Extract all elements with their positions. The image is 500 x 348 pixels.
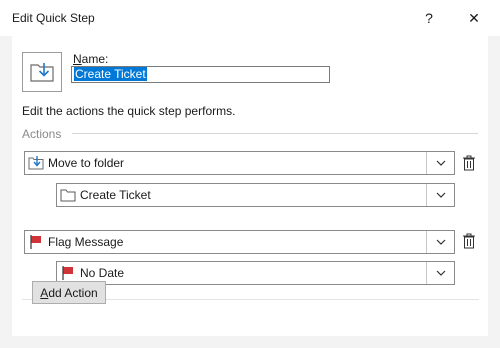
window-title: Edit Quick Step (12, 11, 95, 25)
action-1-label: Move to folder (48, 156, 125, 170)
dialog-right-margin (488, 36, 500, 348)
action-2-date-label: No Date (80, 266, 125, 280)
description-text: Edit the actions the quick step performs… (22, 104, 236, 118)
action-2-date-dropdown[interactable]: No Date (56, 261, 455, 285)
chevron-down-icon (436, 192, 445, 198)
close-button[interactable]: ✕ (456, 6, 492, 30)
name-input[interactable]: Create Ticket (71, 66, 330, 83)
help-button[interactable]: ? (411, 6, 447, 30)
action-2-dropdown-arrow[interactable] (426, 231, 454, 253)
action-1-folder-label: Create Ticket (80, 188, 151, 202)
title-bar: Edit Quick Step ? ✕ (0, 0, 500, 36)
delete-action-2-button[interactable] (461, 232, 477, 250)
action-1-folder-dropdown-arrow[interactable] (426, 184, 454, 206)
actions-section-divider (72, 133, 478, 134)
action-1-dropdown-arrow[interactable] (426, 152, 454, 174)
name-input-value: Create Ticket (74, 67, 147, 81)
folder-icon (60, 187, 76, 203)
action-1-dropdown[interactable]: Move to folder (24, 151, 455, 175)
name-label-accelerator: N (73, 52, 82, 66)
action-2-dropdown[interactable]: Flag Message (24, 230, 455, 254)
add-action-button[interactable]: Add Action (32, 281, 106, 304)
chevron-down-icon (436, 160, 445, 166)
move-to-folder-icon (30, 63, 54, 82)
red-flag-icon (28, 234, 44, 250)
trash-icon (463, 233, 475, 249)
actions-section-label: Actions (22, 127, 62, 141)
add-action-accelerator: A (40, 285, 49, 300)
chevron-down-icon (436, 270, 445, 276)
red-flag-icon (60, 265, 76, 281)
move-to-folder-icon (28, 155, 44, 171)
chevron-down-icon (436, 239, 445, 245)
action-1-folder-dropdown[interactable]: Create Ticket (56, 183, 455, 207)
dialog-bottom-margin (12, 336, 488, 348)
action-2-date-dropdown-arrow[interactable] (426, 262, 454, 284)
name-label: Name: (73, 52, 108, 66)
quick-step-icon-button[interactable] (22, 52, 62, 92)
dialog-left-margin (0, 36, 12, 348)
trash-icon (463, 155, 475, 171)
add-action-label: dd Action (48, 285, 98, 300)
delete-action-1-button[interactable] (461, 154, 477, 172)
name-label-text: ame: (81, 52, 109, 66)
action-2-label: Flag Message (48, 235, 124, 249)
